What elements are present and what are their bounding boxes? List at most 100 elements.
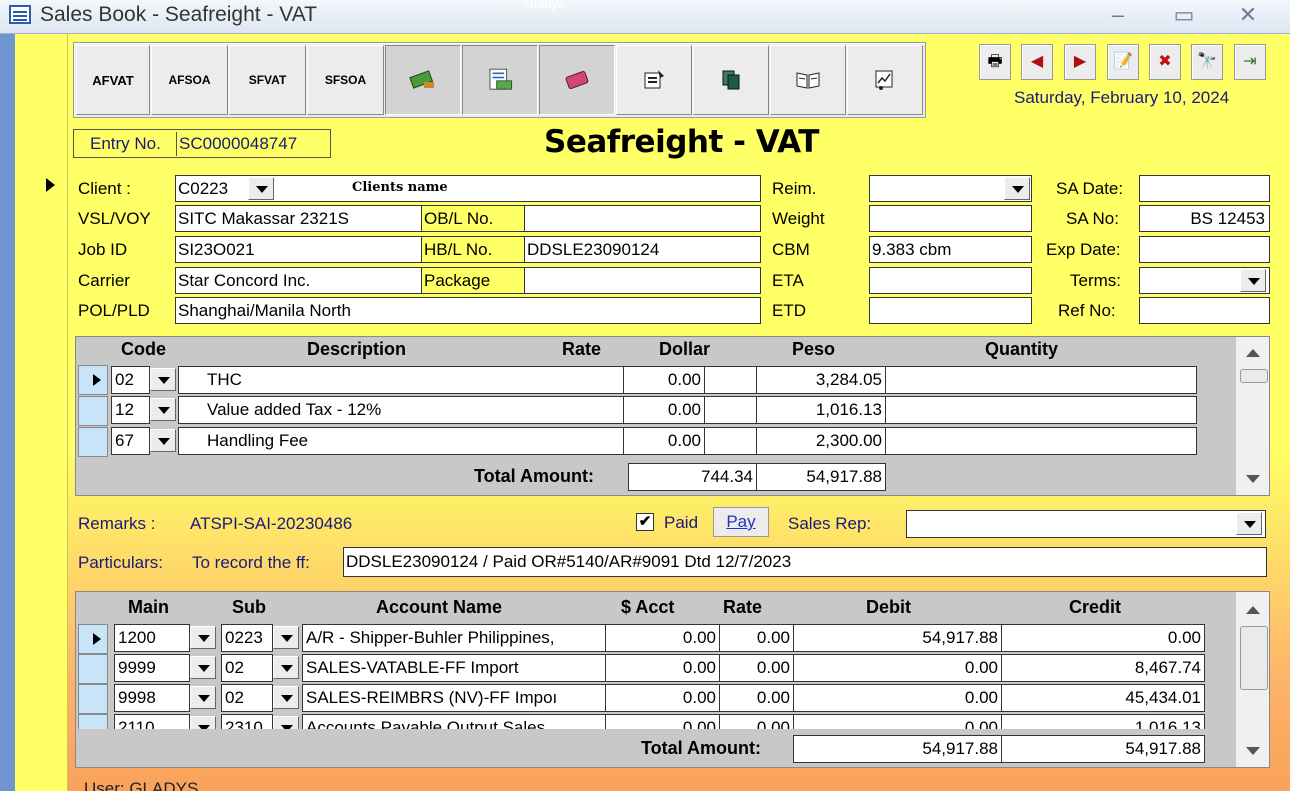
main-dropdown-button[interactable] <box>190 716 216 729</box>
charge-description[interactable]: Value added Tax - 12% <box>178 396 624 424</box>
charge-rate[interactable]: 0.00 <box>623 366 705 394</box>
book-button[interactable] <box>770 45 846 115</box>
account-debit[interactable]: 0.00 <box>793 714 1002 729</box>
charge-description[interactable]: Handling Fee <box>178 427 624 455</box>
cash-button[interactable] <box>385 45 461 115</box>
row-selector[interactable] <box>78 365 108 395</box>
expdate-field[interactable] <box>1139 236 1270 263</box>
afsoa-button[interactable]: AFSOA <box>151 45 228 115</box>
vslvoy-field[interactable]: SITC Makassar 2321S <box>175 205 422 232</box>
account-dollar[interactable]: 0.00 <box>605 684 720 712</box>
next-record-button[interactable]: ▶ <box>1064 44 1096 80</box>
account-main[interactable]: 1200 <box>114 624 190 652</box>
code-dropdown-button[interactable] <box>150 368 176 391</box>
exit-button[interactable]: ⇥ <box>1234 44 1266 80</box>
account-main[interactable]: 9998 <box>114 684 190 712</box>
charge-peso[interactable]: 2,300.00 <box>756 427 886 455</box>
polpld-field[interactable]: Shanghai/Manila North <box>175 297 761 324</box>
sub-dropdown-button[interactable] <box>273 716 299 729</box>
particulars-field[interactable]: DDSLE23090124 / Paid OR#5140/AR#9091 Dtd… <box>343 547 1267 577</box>
afvat-button[interactable]: AFVAT <box>76 45 150 115</box>
charge-quantity[interactable] <box>885 396 1197 424</box>
account-name[interactable]: Accounts Payable Output Sales <box>302 714 606 729</box>
charge-code[interactable]: 02 <box>111 366 150 394</box>
charge-rate[interactable]: 0.00 <box>623 396 705 424</box>
sfvat-button[interactable]: SFVAT <box>229 45 306 115</box>
carrier-field[interactable]: Star Concord Inc. <box>175 267 422 294</box>
account-debit[interactable]: 0.00 <box>793 654 1002 682</box>
entry-number-field[interactable]: SC0000048747 <box>176 132 326 156</box>
row-selector[interactable] <box>78 624 108 654</box>
sub-dropdown-button[interactable] <box>273 656 299 679</box>
account-sub[interactable]: 02 <box>221 684 273 712</box>
sano-field[interactable]: BS 12453 <box>1139 205 1270 232</box>
minimize-button[interactable]: – <box>1098 2 1138 28</box>
charge-quantity[interactable] <box>885 427 1197 455</box>
account-main[interactable]: 2110 <box>114 714 190 729</box>
etd-field[interactable] <box>869 297 1032 324</box>
paid-checkbox[interactable]: ✔ <box>636 513 654 531</box>
eta-field[interactable] <box>869 267 1032 294</box>
sales-rep-field[interactable] <box>906 510 1266 538</box>
hbl-field[interactable]: DDSLE23090124 <box>524 236 761 263</box>
account-sub[interactable]: 0223 <box>221 624 273 652</box>
find-button[interactable]: 🔭 <box>1191 44 1223 80</box>
pay-button[interactable]: Pay <box>713 507 769 537</box>
account-rate[interactable]: 0.00 <box>719 624 794 652</box>
refno-field[interactable] <box>1139 297 1270 324</box>
account-sub[interactable]: 2310 <box>221 714 273 729</box>
row-selector[interactable] <box>78 654 108 684</box>
scroll-down-icon[interactable] <box>1246 475 1260 483</box>
account-rate[interactable]: 0.00 <box>719 654 794 682</box>
charge-code[interactable]: 12 <box>111 396 150 424</box>
charge-peso[interactable]: 1,016.13 <box>756 396 886 424</box>
account-rate[interactable]: 0.00 <box>719 714 794 729</box>
obl-field[interactable] <box>524 205 761 232</box>
account-dollar[interactable]: 0.00 <box>605 654 720 682</box>
package-field[interactable] <box>524 267 761 294</box>
delete-record-button[interactable]: ✖ <box>1149 44 1181 80</box>
code-dropdown-button[interactable] <box>150 398 176 421</box>
charges-scrollbar[interactable] <box>1236 337 1269 495</box>
account-credit[interactable]: 8,467.74 <box>1001 654 1205 682</box>
account-dollar[interactable]: 0.00 <box>605 714 720 729</box>
voucher-button[interactable] <box>462 45 538 115</box>
account-name[interactable]: SALES-VATABLE-FF Import <box>302 654 606 682</box>
client-dropdown-button[interactable] <box>248 177 274 200</box>
account-sub[interactable]: 02 <box>221 654 273 682</box>
account-debit[interactable]: 0.00 <box>793 684 1002 712</box>
account-credit[interactable]: 0.00 <box>1001 624 1205 652</box>
row-selector[interactable] <box>78 427 108 457</box>
charge-quantity[interactable] <box>885 366 1197 394</box>
account-dollar[interactable]: 0.00 <box>605 624 720 652</box>
scroll-thumb[interactable] <box>1240 626 1268 690</box>
report-button[interactable] <box>847 45 923 115</box>
account-credit[interactable]: 1,016.13 <box>1001 714 1205 729</box>
maximize-button[interactable]: ▭ <box>1164 2 1204 28</box>
reim-dropdown-button[interactable] <box>1004 177 1030 200</box>
main-dropdown-button[interactable] <box>190 626 216 649</box>
account-name[interactable]: A/R - Shipper-Buhler Philippines, <box>302 624 606 652</box>
row-selector[interactable] <box>78 684 108 714</box>
sub-dropdown-button[interactable] <box>273 626 299 649</box>
account-debit[interactable]: 54,917.88 <box>793 624 1002 652</box>
account-name[interactable]: SALES-REIMBRS (NV)-FF Impoı <box>302 684 606 712</box>
charge-rate[interactable]: 0.00 <box>623 427 705 455</box>
previous-record-button[interactable]: ◀ <box>1021 44 1053 80</box>
account-credit[interactable]: 45,434.01 <box>1001 684 1205 712</box>
main-dropdown-button[interactable] <box>190 686 216 709</box>
sales-rep-dropdown-button[interactable] <box>1236 512 1262 535</box>
edit-record-button[interactable]: 📝 <box>1107 44 1139 80</box>
cbm-field[interactable]: 9.383 cbm <box>869 236 1032 263</box>
charge-description[interactable]: THC <box>178 366 624 394</box>
jobid-field[interactable]: SI23O021 <box>175 236 422 263</box>
main-dropdown-button[interactable] <box>190 656 216 679</box>
copy-button[interactable] <box>693 45 769 115</box>
code-dropdown-button[interactable] <box>150 429 176 452</box>
charge-code[interactable]: 67 <box>111 427 150 455</box>
accounts-scrollbar[interactable] <box>1236 592 1269 767</box>
sfsoa-button[interactable]: SFSOA <box>307 45 384 115</box>
account-main[interactable]: 9999 <box>114 654 190 682</box>
row-selector[interactable] <box>78 396 108 426</box>
sadate-field[interactable] <box>1139 175 1270 202</box>
